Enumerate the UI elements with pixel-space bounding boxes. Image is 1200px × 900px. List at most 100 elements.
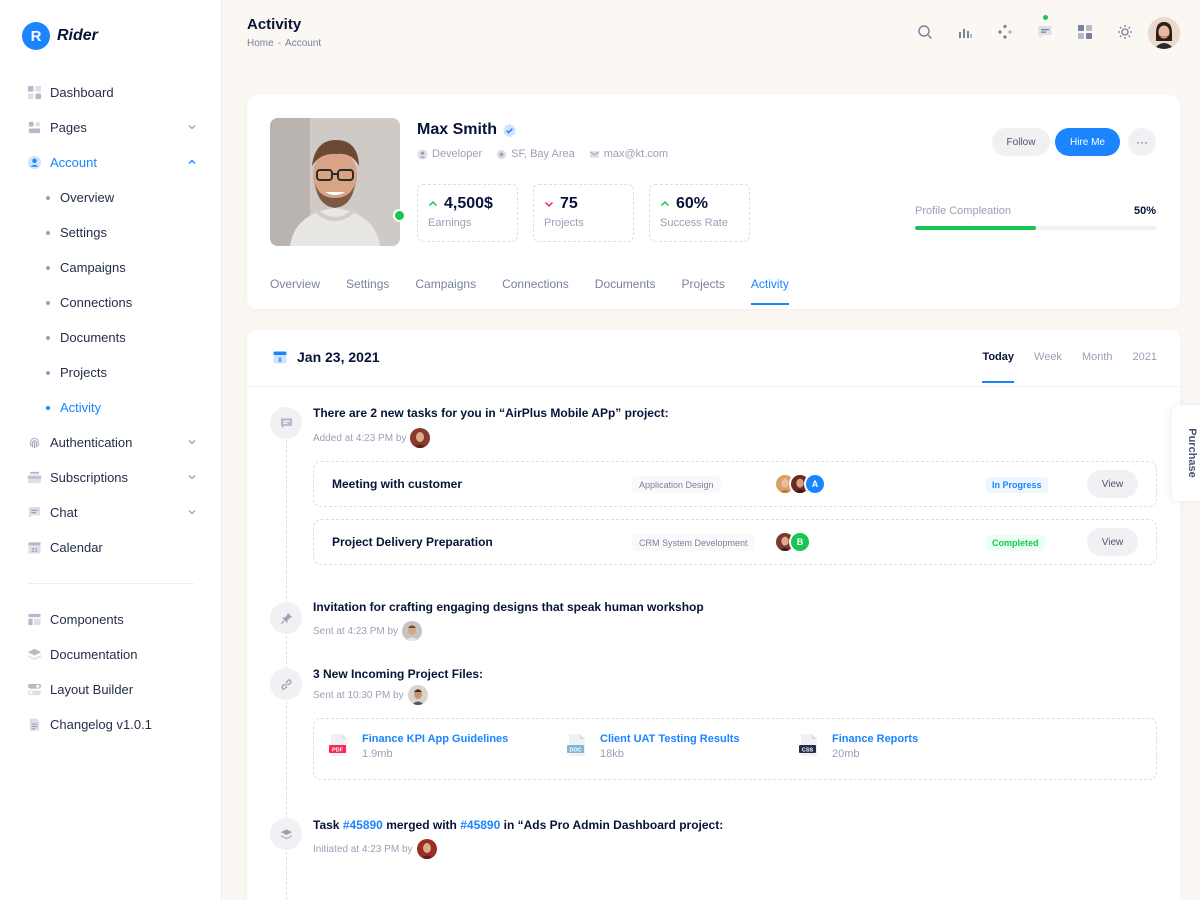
- file-name[interactable]: Finance Reports: [832, 733, 918, 745]
- timeline-meta-text: Sent at 10:30 PM by: [313, 689, 404, 701]
- breadcrumb-separator: -: [277, 38, 282, 49]
- tab-activity[interactable]: Activity: [750, 277, 789, 305]
- avatar[interactable]: [416, 839, 437, 859]
- sidebar-item-layout-builder[interactable]: Layout Builder: [0, 672, 222, 707]
- sidebar-item-label: Pages: [50, 120, 87, 135]
- profile-location-text: SF, Bay Area: [511, 148, 575, 160]
- sidebar-item-account[interactable]: Account: [0, 145, 222, 180]
- sidebar-item-dashboard[interactable]: Dashboard: [0, 75, 222, 110]
- view-button[interactable]: View: [1087, 528, 1138, 556]
- layout-icon[interactable]: [1075, 22, 1094, 41]
- tab-campaigns[interactable]: Campaigns: [415, 277, 476, 305]
- sidebar-sub-connections[interactable]: Connections: [0, 285, 222, 320]
- tab-settings[interactable]: Settings: [346, 277, 389, 305]
- file-name[interactable]: Client UAT Testing Results: [600, 733, 740, 745]
- task-assignees: B: [774, 531, 811, 553]
- avatar[interactable]: [407, 685, 428, 705]
- sidebar-item-pages[interactable]: Pages: [0, 110, 222, 145]
- stats-icon[interactable]: [955, 22, 974, 41]
- sidebar-item-documentation[interactable]: Documentation: [0, 637, 222, 672]
- notification-dot: [1043, 15, 1048, 20]
- sidebar-sub-projects[interactable]: Projects: [0, 355, 222, 390]
- chat-icon: [26, 505, 42, 521]
- purchase-tab[interactable]: Purchase: [1172, 405, 1200, 501]
- sidebar-sub-settings[interactable]: Settings: [0, 215, 222, 250]
- sidebar-item-chat[interactable]: Chat: [0, 495, 222, 530]
- period-tab-year[interactable]: 2021: [1133, 351, 1157, 383]
- sub-label: Overview: [60, 190, 115, 205]
- file-item[interactable]: PDF Finance KPI App Guidelines 1.9mb: [328, 733, 508, 760]
- messages-icon[interactable]: [1035, 15, 1054, 41]
- tab-projects[interactable]: Projects: [682, 277, 725, 305]
- chevron-up-icon: [188, 159, 196, 164]
- stat-earnings: 4,500$ Earnings: [417, 184, 518, 242]
- breadcrumb-home[interactable]: Home: [247, 38, 274, 49]
- period-tab-month[interactable]: Month: [1082, 351, 1113, 383]
- sidebar-item-calendar[interactable]: 31 Calendar: [0, 530, 222, 565]
- avatar-letter[interactable]: A: [804, 473, 826, 495]
- logo-text: Rider: [57, 27, 98, 44]
- avatar[interactable]: [410, 428, 431, 448]
- profile-email[interactable]: max@kt.com: [589, 148, 668, 160]
- profile-photo: [270, 118, 400, 246]
- theme-sun-icon[interactable]: [1115, 22, 1134, 41]
- file-size: 20mb: [832, 748, 860, 760]
- more-options-button[interactable]: ···: [1128, 128, 1156, 156]
- title-suffix: in “Ads Pro Admin Dashboard project:: [503, 818, 724, 832]
- task-row[interactable]: Meeting with customer Application Design…: [313, 461, 1157, 507]
- stat-value: 60%: [676, 195, 709, 212]
- sidebar-sub-overview[interactable]: Overview: [0, 180, 222, 215]
- timeline-item-meta: Sent at 4:23 PM by: [313, 621, 423, 641]
- tab-connections[interactable]: Connections: [502, 277, 569, 305]
- file-info: Finance KPI App Guidelines 1.9mb: [362, 733, 508, 760]
- sub-label: Projects: [60, 365, 107, 380]
- logo[interactable]: R Rider: [22, 22, 98, 50]
- view-button[interactable]: View: [1087, 470, 1138, 498]
- task-row[interactable]: Project Delivery Preparation CRM System …: [313, 519, 1157, 565]
- sidebar-item-subscriptions[interactable]: Subscriptions: [0, 460, 222, 495]
- sidebar-item-label: Subscriptions: [50, 470, 129, 485]
- message-icon: [270, 407, 302, 439]
- page-title: Activity: [247, 16, 302, 33]
- breadcrumb-current: Account: [285, 38, 322, 49]
- period-tab-today[interactable]: Today: [982, 351, 1014, 383]
- avatar[interactable]: [402, 621, 423, 641]
- sidebar-sub-campaigns[interactable]: Campaigns: [0, 250, 222, 285]
- user-avatar[interactable]: [1148, 17, 1180, 49]
- profile-card: Max Smith Developer SF, Bay Area max@kt.…: [247, 95, 1180, 309]
- logo-mark: R: [22, 22, 50, 50]
- file-item[interactable]: DOC Client UAT Testing Results 18kb: [566, 733, 740, 760]
- sidebar-item-authentication[interactable]: Authentication: [0, 425, 222, 460]
- layout-builder-icon: [26, 682, 42, 698]
- profile-name: Max Smith: [417, 121, 498, 138]
- bullet: [46, 370, 50, 375]
- sidebar-item-label: Documentation: [50, 647, 138, 662]
- breadcrumb: Home - Account: [247, 38, 321, 49]
- sidebar-sub-activity[interactable]: Activity: [0, 390, 222, 425]
- apps-diamond-icon[interactable]: [995, 22, 1014, 41]
- sidebar-item-changelog[interactable]: Changelog v1.0.1: [0, 707, 222, 742]
- file-item[interactable]: CSS Finance Reports 20mb: [798, 733, 918, 760]
- merge-link[interactable]: #45890: [460, 818, 500, 832]
- bullet: [46, 335, 50, 340]
- sidebar-item-label: Chat: [50, 505, 78, 520]
- stat-value-row: 60%: [660, 195, 739, 213]
- sidebar-sub-documents[interactable]: Documents: [0, 320, 222, 355]
- task-link[interactable]: #45890: [343, 818, 383, 832]
- file-name[interactable]: Finance KPI App Guidelines: [362, 733, 508, 745]
- arrow-down-icon: [544, 201, 554, 208]
- file-size: 18kb: [600, 748, 624, 760]
- avatar-letter[interactable]: B: [789, 531, 811, 553]
- period-tab-week[interactable]: Week: [1034, 351, 1062, 383]
- search-icon[interactable]: [915, 22, 934, 41]
- tab-documents[interactable]: Documents: [595, 277, 656, 305]
- hire-me-button[interactable]: Hire Me: [1055, 128, 1120, 156]
- timeline-meta-text: Initiated at 4:23 PM by: [313, 843, 413, 855]
- sidebar-item-components[interactable]: Components: [0, 602, 222, 637]
- profile-email-text: max@kt.com: [603, 148, 669, 160]
- profile-role: Developer: [417, 148, 482, 160]
- sub-label: Connections: [60, 295, 133, 310]
- tab-overview[interactable]: Overview: [270, 277, 320, 305]
- verified-badge-icon: [502, 123, 517, 137]
- follow-button[interactable]: Follow: [992, 128, 1050, 156]
